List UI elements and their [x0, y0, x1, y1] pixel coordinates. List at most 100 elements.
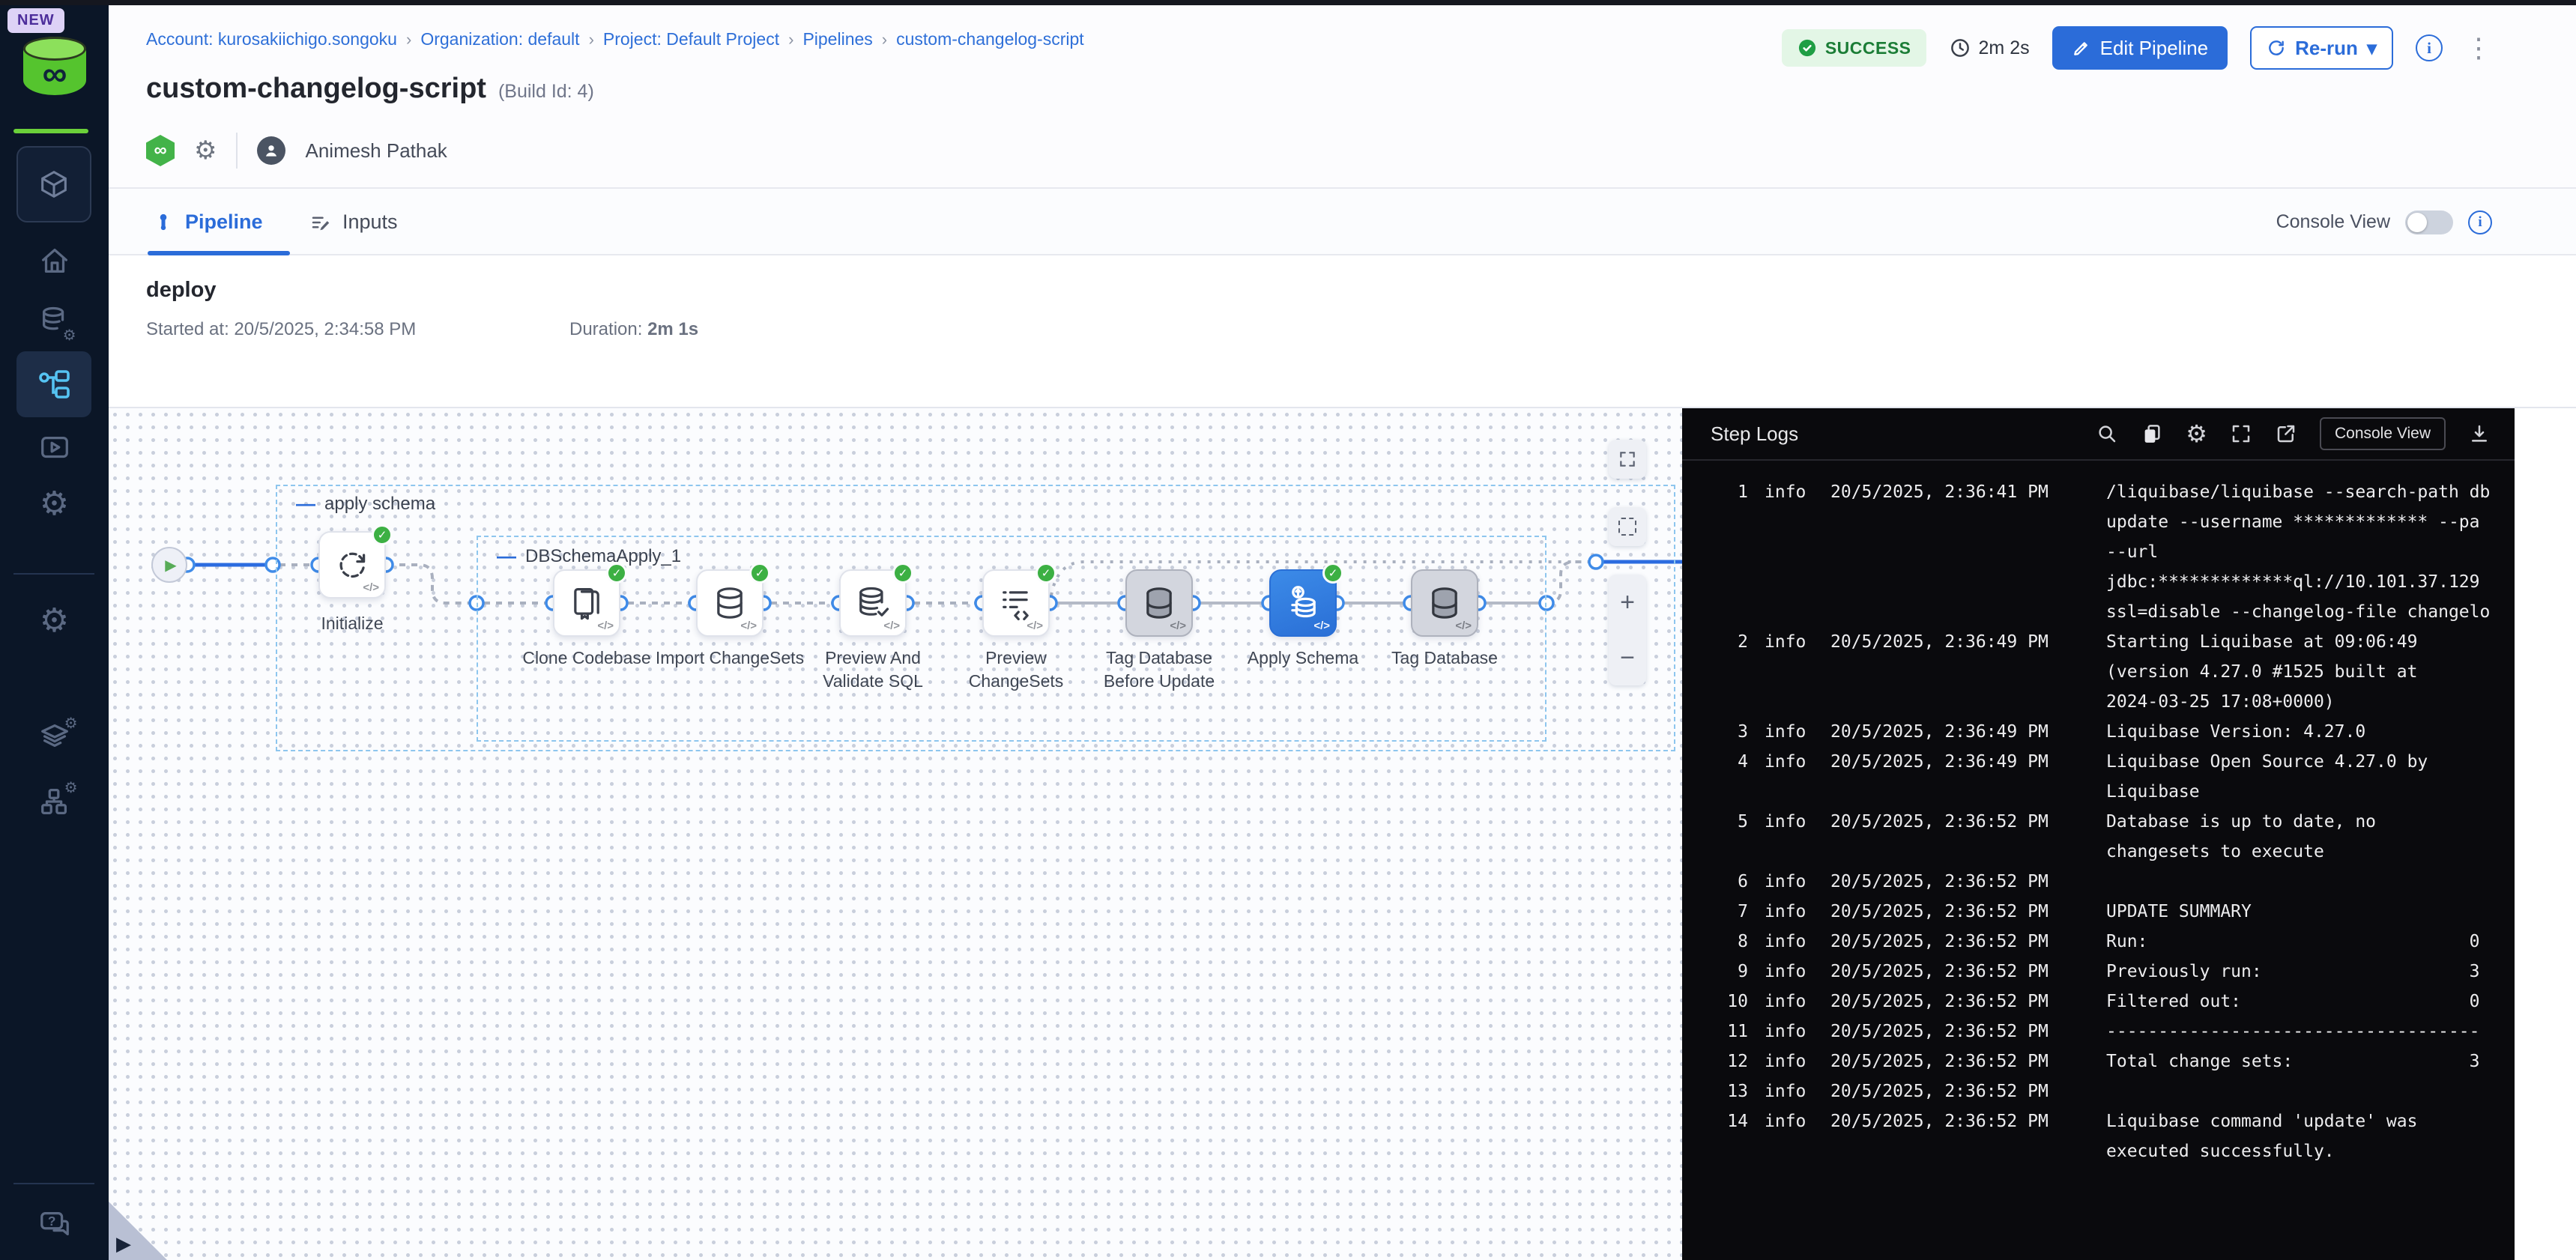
more-menu-icon[interactable]: ⋮ — [2465, 34, 2492, 61]
pipelines-icon — [36, 366, 72, 402]
node-tag-database-before-update[interactable]: </> — [1125, 569, 1193, 637]
sidebar-item-databases[interactable]: ⚙ — [0, 303, 109, 342]
database-upload-icon — [1284, 584, 1322, 623]
zoom-in-button[interactable]: + — [1609, 575, 1646, 630]
inputs-tab-icon — [309, 211, 332, 234]
divider — [236, 133, 238, 169]
harness-dbops-logo[interactable]: ∞ — [23, 37, 86, 95]
group-label-apply-schema: — apply schema — [296, 492, 435, 515]
tab-inputs[interactable]: Inputs — [309, 189, 398, 255]
gear-icon: ⚙ — [63, 326, 76, 345]
log-output[interactable]: 1info20/5/2025, 2:36:41 PM/liquibase/liq… — [1682, 461, 2515, 1166]
sidebar-item-home[interactable] — [0, 243, 109, 278]
sidebar-item-pipelines-active[interactable] — [16, 351, 91, 417]
canvas-fullscreen-button[interactable] — [1609, 440, 1646, 479]
gear-icon: ⚙ — [40, 605, 69, 637]
stage-duration: Duration: 2m 1s — [569, 319, 698, 340]
pipeline-start-node[interactable]: ▶ — [151, 547, 187, 583]
trigger-link-icon[interactable]: ∞ — [146, 135, 175, 166]
log-line: 4info20/5/2025, 2:36:49 PMLiquibase Open… — [1700, 747, 2515, 807]
external-link-icon — [2275, 422, 2297, 445]
breadcrumb-organization[interactable]: Organization: default — [420, 29, 579, 49]
console-view-cluster: Console View i — [2276, 189, 2492, 255]
refresh-icon — [333, 545, 372, 584]
tab-pipeline[interactable]: Pipeline — [152, 189, 263, 255]
log-line: 3info20/5/2025, 2:36:49 PMLiquibase Vers… — [1700, 717, 2515, 747]
code-icon: </> — [740, 620, 757, 632]
canvas-marquee-select-button[interactable] — [1609, 507, 1646, 546]
header-actions: SUCCESS 2m 2s Edit Pipeline Re-run ▾ i ⋮ — [1782, 26, 2492, 70]
window-top-strip — [0, 0, 2576, 5]
log-line: 1info20/5/2025, 2:36:41 PM/liquibase/liq… — [1700, 477, 2515, 627]
clock-icon — [1949, 37, 1971, 59]
log-fullscreen-button[interactable] — [2230, 422, 2252, 445]
log-console-view-button[interactable]: Console View — [2320, 417, 2446, 450]
copy-icon — [2141, 422, 2163, 445]
node-preview-changesets[interactable]: ✓ </> — [982, 569, 1050, 637]
log-line: 14info20/5/2025, 2:36:52 PMLiquibase com… — [1700, 1106, 2515, 1166]
code-icon: </> — [597, 620, 614, 632]
pipeline-canvas[interactable]: — apply schema — DBSchemaApply_1 ▶ ✓ </>… — [109, 408, 1682, 1260]
sidebar-item-executions[interactable] — [0, 431, 109, 465]
gear-icon[interactable]: ⚙ — [194, 138, 217, 163]
cube-icon — [37, 167, 71, 202]
node-preview-validate-sql[interactable]: ✓ </> — [839, 569, 907, 637]
node-tag-database[interactable]: </> — [1411, 569, 1478, 637]
play-icon: ▶ — [165, 556, 176, 575]
node-apply-schema[interactable]: ✓ </> — [1269, 569, 1337, 637]
sidebar-divider — [13, 1183, 94, 1184]
sidebar-item-org-settings[interactable]: ⚙ — [0, 784, 109, 823]
success-badge: ✓ — [606, 563, 627, 584]
sidebar-item-layers-settings[interactable]: ⚙ — [0, 718, 109, 757]
breadcrumb-current[interactable]: custom-changelog-script — [896, 29, 1084, 49]
breadcrumb-pipelines[interactable]: Pipelines — [802, 29, 872, 49]
stage-started-at: Started at: 20/5/2025, 2:34:58 PM — [146, 319, 416, 340]
database-icon — [710, 584, 749, 623]
console-view-toggle[interactable] — [2405, 210, 2453, 234]
collapse-icon[interactable]: — — [296, 492, 315, 515]
success-badge: ✓ — [372, 524, 393, 545]
log-open-external-button[interactable] — [2275, 422, 2297, 445]
log-copy-button[interactable] — [2141, 422, 2163, 445]
total-duration: 2m 2s — [1949, 37, 2030, 59]
breadcrumb: Account: kurosakiichigo.songoku›Organiza… — [146, 29, 1084, 49]
collapse-icon[interactable]: — — [497, 545, 516, 568]
fullscreen-icon — [2230, 422, 2252, 445]
node-initialize[interactable]: ✓ </> — [318, 531, 386, 599]
step-logs-panel: Step Logs ⚙ Console View 1info20/5/2025,… — [1682, 408, 2515, 1260]
node-import-changesets[interactable]: ✓ </> — [696, 569, 764, 637]
log-settings-button[interactable]: ⚙ — [2186, 420, 2207, 448]
edit-pipeline-button[interactable]: Edit Pipeline — [2052, 26, 2228, 70]
zoom-out-button[interactable]: − — [1609, 630, 1646, 685]
sidebar-item-module[interactable] — [16, 146, 91, 222]
group-label-dbschemaapply: — DBSchemaApply_1 — [497, 545, 681, 568]
avatar — [257, 136, 285, 165]
logo-divider — [13, 129, 88, 133]
sidebar-item-help[interactable]: ? — [0, 1208, 109, 1242]
expand-arrow-icon[interactable]: ▶ — [116, 1232, 131, 1256]
fullscreen-icon — [1618, 449, 1637, 469]
code-icon: </> — [1313, 620, 1330, 632]
download-icon — [2468, 422, 2491, 445]
sidebar-item-project-settings[interactable]: ⚙ — [0, 605, 109, 637]
code-icon: </> — [1455, 620, 1472, 632]
node-label: Tag Database Before Update — [1084, 646, 1234, 693]
log-search-button[interactable] — [2096, 422, 2118, 445]
breadcrumb-project[interactable]: Project: Default Project — [603, 29, 779, 49]
node-clone-codebase[interactable]: ✓ </> — [553, 569, 620, 637]
log-download-button[interactable] — [2468, 422, 2491, 445]
log-line: 12info20/5/2025, 2:36:52 PMTotal change … — [1700, 1047, 2515, 1076]
info-icon[interactable]: i — [2468, 210, 2492, 234]
tab-bar: Pipeline Inputs Console View i — [109, 187, 2576, 255]
sidebar-item-settings[interactable]: ⚙ — [0, 488, 109, 521]
sidebar-divider — [13, 573, 94, 575]
breadcrumb-account[interactable]: Account: kurosakiichigo.songoku — [146, 29, 397, 49]
log-line: 8info20/5/2025, 2:36:52 PMRun: 0 — [1700, 927, 2515, 957]
page-header: Account: kurosakiichigo.songoku›Organiza… — [109, 5, 2576, 187]
log-line: 2info20/5/2025, 2:36:49 PMStarting Liqui… — [1700, 627, 2515, 717]
stage-name: deploy — [146, 278, 216, 303]
database-check-icon — [853, 584, 892, 623]
home-icon — [37, 243, 72, 278]
info-icon[interactable]: i — [2416, 34, 2443, 61]
rerun-button[interactable]: Re-run ▾ — [2250, 26, 2393, 70]
